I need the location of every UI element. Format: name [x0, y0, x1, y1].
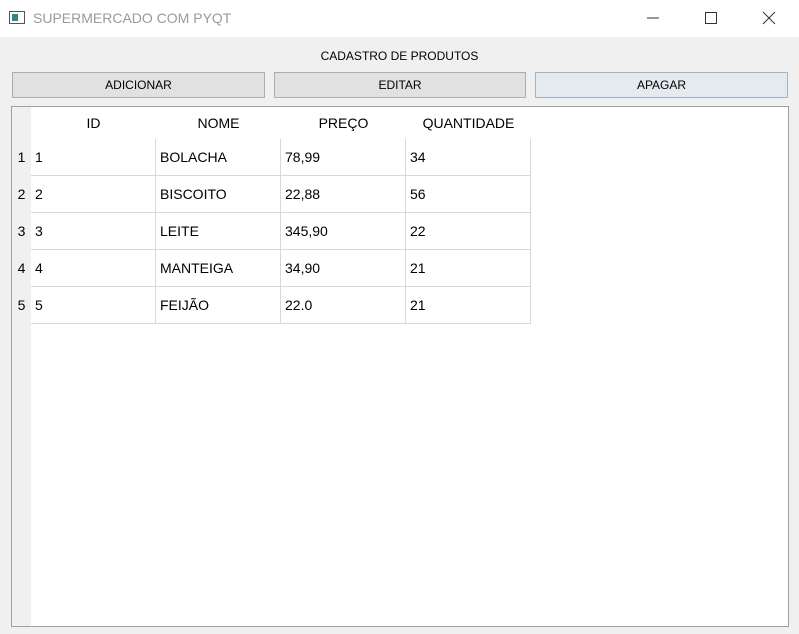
column-header[interactable]: NOME [156, 107, 281, 139]
table-cell[interactable]: 345,90 [281, 213, 406, 250]
table-cell[interactable]: 21 [406, 250, 531, 287]
table-cell[interactable]: 22,88 [281, 176, 406, 213]
column-header[interactable]: ID [31, 107, 156, 139]
edit-button[interactable]: EDITAR [274, 72, 526, 98]
products-table[interactable]: ID NOME PREÇO QUANTIDADE 1 1 BOLACHA 78,99 34 2 2 B… [11, 106, 789, 627]
add-button[interactable]: ADICIONAR [12, 72, 265, 98]
window-title: SUPERMERCADO COM PYQT [33, 10, 232, 26]
maximize-button[interactable] [683, 0, 741, 37]
delete-button[interactable]: APAGAR [535, 72, 788, 98]
table-cell[interactable]: BISCOITO [156, 176, 281, 213]
minimize-icon [647, 17, 659, 19]
table-cell[interactable]: MANTEIGA [156, 250, 281, 287]
table-cell[interactable]: 78,99 [281, 139, 406, 176]
table-cell[interactable]: 2 [31, 176, 156, 213]
close-icon [762, 11, 776, 25]
table-cell[interactable]: FEIJÃO [156, 287, 281, 324]
title-bar: SUPERMERCADO COM PYQT [0, 0, 799, 37]
table-cell[interactable]: 5 [31, 287, 156, 324]
row-number[interactable]: 5 [12, 287, 31, 324]
table-cell[interactable]: 34 [406, 139, 531, 176]
table-cell[interactable]: 21 [406, 287, 531, 324]
form-title: CADASTRO DE PRODUTOS [320, 49, 479, 63]
column-header[interactable]: PREÇO [281, 107, 406, 139]
table-cell[interactable]: 22 [406, 213, 531, 250]
app-window-icon [9, 11, 25, 24]
table-cell[interactable]: 56 [406, 176, 531, 213]
row-number[interactable]: 4 [12, 250, 31, 287]
table-cell[interactable]: 1 [31, 139, 156, 176]
row-number[interactable]: 3 [12, 213, 31, 250]
minimize-button[interactable] [625, 0, 683, 37]
column-header[interactable]: QUANTIDADE [406, 107, 531, 139]
maximize-icon [705, 12, 717, 24]
table-cell[interactable]: 34,90 [281, 250, 406, 287]
table-cell[interactable]: 3 [31, 213, 156, 250]
table-cell[interactable]: BOLACHA [156, 139, 281, 176]
row-number[interactable]: 1 [12, 139, 31, 176]
row-number[interactable]: 2 [12, 176, 31, 213]
table-cell[interactable]: 22.0 [281, 287, 406, 324]
table-cell[interactable]: LEITE [156, 213, 281, 250]
table-cell[interactable]: 4 [31, 250, 156, 287]
close-button[interactable] [741, 0, 799, 37]
